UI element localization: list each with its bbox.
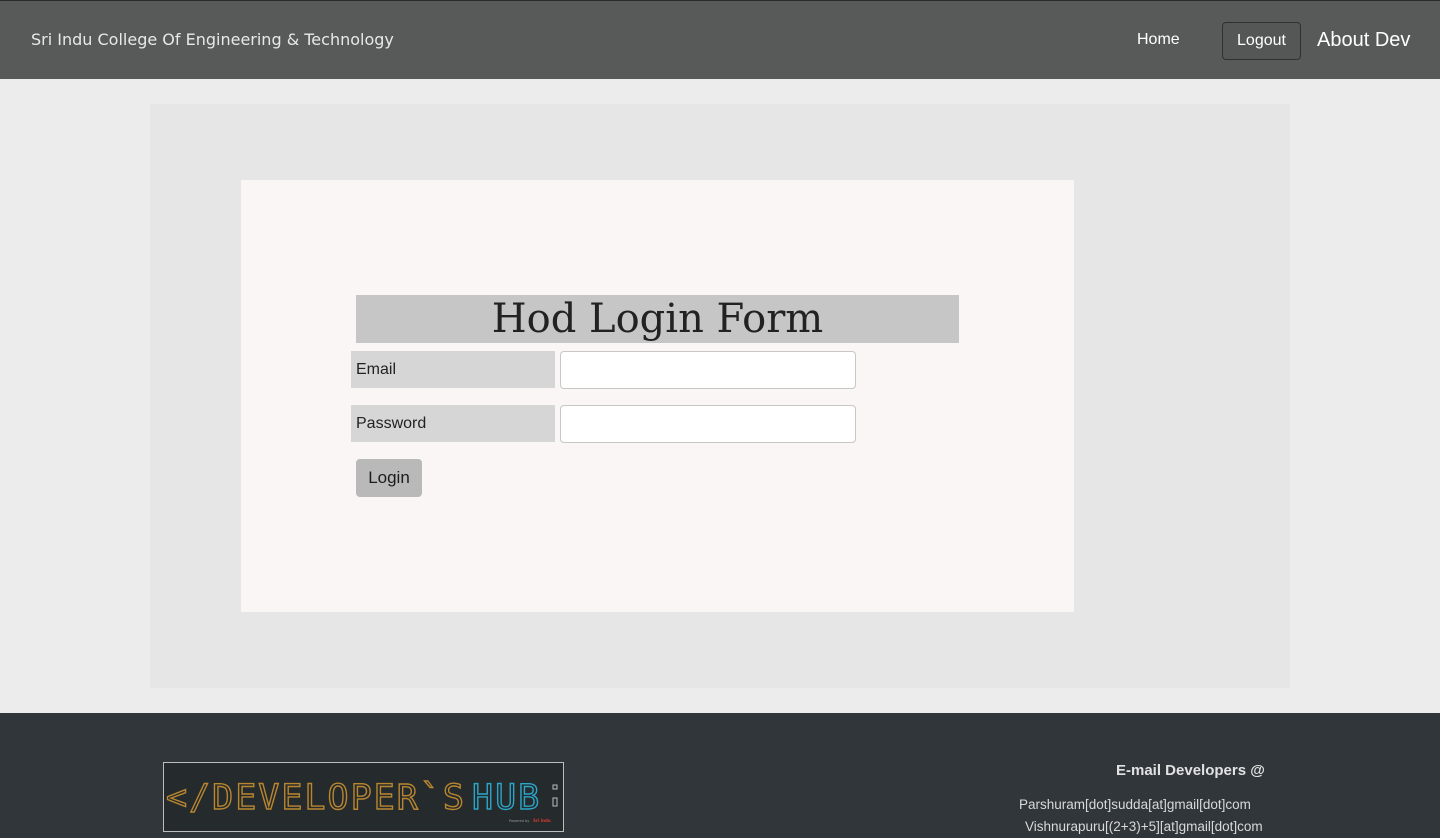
college-brand[interactable]: Sri Indu College Of Engineering & Techno… [31, 30, 394, 49]
email-input[interactable] [560, 351, 856, 389]
logo-dot-top [552, 784, 558, 790]
top-navbar: Sri Indu College Of Engineering & Techno… [0, 0, 1440, 79]
nav-home-link[interactable]: Home [1137, 31, 1180, 49]
login-button[interactable]: Login [356, 459, 422, 497]
logout-button[interactable]: Logout [1222, 22, 1301, 60]
developers-hub-logo-graphic: </DEVELOPER`S HUB Powered by Sri Indu [165, 777, 558, 823]
contact-heading: E-mail Developers @ [1116, 762, 1265, 779]
logo-text-hub: HUB [472, 778, 541, 818]
password-input[interactable] [560, 405, 856, 443]
nav-about-dev-link[interactable]: About Dev [1317, 29, 1410, 52]
form-title: Hod Login Form [356, 295, 959, 343]
logo-sub-brand: Sri Indu [533, 818, 551, 823]
login-card [241, 180, 1074, 612]
developer-email-1[interactable]: Parshuram[dot]sudda[at]gmail[dot]com [1019, 797, 1251, 812]
logo-sub-prefix: Powered by [509, 819, 529, 823]
email-label: Email [351, 351, 555, 388]
developers-hub-logo: </DEVELOPER`S HUB Powered by Sri Indu [163, 762, 564, 832]
logo-text-main: </DEVELOPER`S [166, 778, 466, 818]
developer-email-2[interactable]: Vishnurapuru[(2+3)+5][at]gmail[dot]com [1025, 819, 1263, 834]
password-label: Password [351, 405, 555, 442]
logo-dot-bottom [552, 797, 558, 807]
